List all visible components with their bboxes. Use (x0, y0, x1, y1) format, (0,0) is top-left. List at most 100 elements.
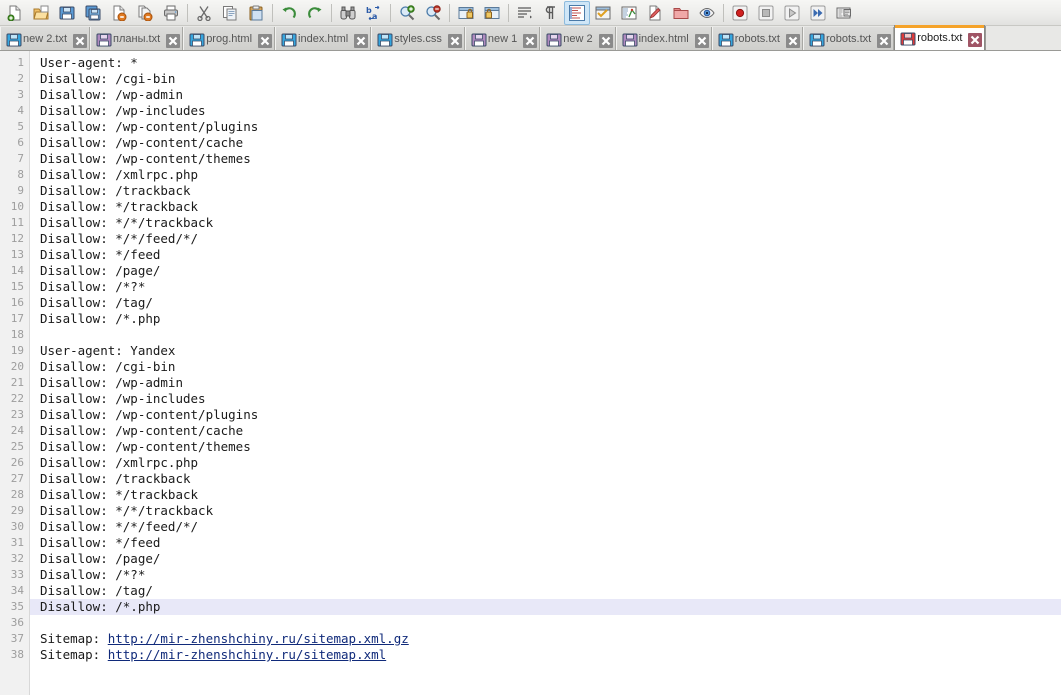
code-line[interactable]: Disallow: /wp-content/plugins (40, 119, 1061, 135)
record-macro-icon[interactable] (727, 1, 753, 25)
document-tab[interactable]: index.html (275, 27, 372, 50)
sitemap-url-link[interactable]: http://mir-zhenshchiny.ru/sitemap.xml (108, 647, 386, 662)
document-tab[interactable]: prog.html (183, 27, 276, 50)
code-line[interactable]: Disallow: */*/feed/*/ (40, 519, 1061, 535)
document-tab[interactable]: robots.txt (894, 25, 986, 50)
redo-icon[interactable] (302, 1, 328, 25)
tab-close-icon[interactable] (72, 33, 88, 48)
zoom-out-icon[interactable] (420, 1, 446, 25)
line-number: 24 (10, 424, 24, 437)
code-line[interactable] (40, 327, 1061, 343)
code-line[interactable]: Disallow: /wp-content/themes (40, 439, 1061, 455)
code-line[interactable]: Disallow: */*/trackback (40, 503, 1061, 519)
zoom-in-icon[interactable] (394, 1, 420, 25)
tab-close-icon[interactable] (522, 33, 538, 48)
code-line[interactable]: User-agent: Yandex (40, 343, 1061, 359)
document-tab[interactable]: styles.css (371, 27, 465, 50)
close-all-icon[interactable] (132, 1, 158, 25)
code-line[interactable]: Disallow: */trackback (40, 487, 1061, 503)
find-binoculars-icon[interactable] (335, 1, 361, 25)
user-defined-dialog-icon[interactable] (590, 1, 616, 25)
document-tab-bar[interactable]: new 2.txt планы.txt prog.html index.html sty… (0, 25, 1061, 51)
code-line[interactable]: Disallow: /trackback (40, 183, 1061, 199)
code-line[interactable]: Disallow: /wp-content/cache (40, 423, 1061, 439)
tab-close-icon[interactable] (353, 33, 369, 48)
show-all-characters-icon[interactable] (538, 1, 564, 25)
code-line[interactable]: Disallow: */feed (40, 535, 1061, 551)
run-dialog-icon[interactable] (831, 1, 857, 25)
sitemap-url-link[interactable]: http://mir-zhenshchiny.ru/sitemap.xml.gz (108, 631, 409, 646)
document-map-icon[interactable] (616, 1, 642, 25)
code-line[interactable]: Disallow: */feed (40, 247, 1061, 263)
code-line[interactable] (40, 615, 1061, 631)
line-number: 22 (10, 392, 24, 405)
code-line[interactable]: Disallow: */trackback (40, 199, 1061, 215)
code-line[interactable]: Disallow: /trackback (40, 471, 1061, 487)
code-line[interactable]: Disallow: /*?* (40, 279, 1061, 295)
tab-close-icon[interactable] (165, 33, 181, 48)
save-all-icon[interactable] (80, 1, 106, 25)
save-icon[interactable] (54, 1, 80, 25)
cut-scissors-icon[interactable] (191, 1, 217, 25)
code-line[interactable]: Disallow: /tag/ (40, 583, 1061, 599)
stop-recording-icon[interactable] (753, 1, 779, 25)
document-tab[interactable]: планы.txt (90, 27, 184, 50)
editor-area[interactable]: 1 2 3 4 5 6 7 8 9 10 11 12 13 14 15 16 17 18 19 20 21 22 23 24 2… (0, 51, 1061, 695)
code-line[interactable]: Disallow: /wp-content/plugins (40, 407, 1061, 423)
code-line[interactable]: Sitemap: http://mir-zhenshchiny.ru/sitem… (40, 647, 1061, 663)
code-line[interactable]: Disallow: /wp-includes (40, 391, 1061, 407)
tab-close-icon[interactable] (876, 33, 892, 48)
sync-vertical-scroll-icon[interactable] (453, 1, 479, 25)
function-list-icon[interactable] (642, 1, 668, 25)
tab-close-icon[interactable] (447, 33, 462, 48)
replace-icon[interactable]: ba (361, 1, 387, 25)
code-line[interactable]: Disallow: /xmlrpc.php (40, 167, 1061, 183)
code-line[interactable]: Sitemap: http://mir-zhenshchiny.ru/sitem… (40, 631, 1061, 647)
code-line[interactable]: Disallow: /*.php (30, 599, 1061, 615)
code-line[interactable]: Disallow: /wp-admin (40, 375, 1061, 391)
copy-icon[interactable] (217, 1, 243, 25)
document-tab[interactable]: new 2.txt (0, 27, 91, 50)
word-wrap-icon[interactable] (512, 1, 538, 25)
code-line[interactable]: Disallow: /cgi-bin (40, 359, 1061, 375)
show-indent-guide-icon[interactable] (564, 0, 590, 25)
run-macro-multiple-icon[interactable] (805, 1, 831, 25)
document-tab[interactable]: index.html (615, 27, 712, 50)
code-text-area[interactable]: User-agent: * Disallow: /cgi-bin Disallow:… (30, 51, 1061, 695)
code-line[interactable]: Disallow: /page/ (40, 551, 1061, 567)
close-file-icon[interactable] (106, 1, 132, 25)
new-file-icon[interactable] (2, 1, 28, 25)
code-line[interactable]: Disallow: /wp-content/cache (40, 135, 1061, 151)
play-macro-icon[interactable] (779, 1, 805, 25)
code-line[interactable]: Disallow: /tag/ (40, 295, 1061, 311)
paste-icon[interactable] (243, 1, 269, 25)
code-line[interactable]: Disallow: /xmlrpc.php (40, 455, 1061, 471)
code-line[interactable]: Disallow: /*?* (40, 567, 1061, 583)
code-line[interactable]: Disallow: /*.php (40, 311, 1061, 327)
code-line[interactable]: Disallow: */*/trackback (40, 215, 1061, 231)
toolbar-separator (508, 3, 509, 22)
folder-workspace-icon[interactable] (668, 1, 694, 25)
code-line[interactable]: Disallow: */*/feed/*/ (40, 231, 1061, 247)
tab-close-icon[interactable] (967, 32, 983, 47)
code-line[interactable]: Disallow: /cgi-bin (40, 71, 1061, 87)
tab-close-icon[interactable] (598, 33, 613, 48)
document-tab[interactable]: new 1 (464, 27, 541, 50)
code-line[interactable]: Disallow: /wp-includes (40, 103, 1061, 119)
code-line[interactable]: User-agent: * (40, 55, 1061, 71)
code-line[interactable]: Disallow: /wp-admin (40, 87, 1061, 103)
document-tab[interactable]: robots.txt (802, 27, 895, 50)
document-tab[interactable]: new 2 (540, 27, 616, 50)
print-icon[interactable] (158, 1, 184, 25)
sync-horizontal-scroll-icon[interactable] (479, 1, 505, 25)
undo-icon[interactable] (276, 1, 302, 25)
code-line[interactable]: Disallow: /wp-content/themes (40, 151, 1061, 167)
tab-close-icon[interactable] (785, 33, 800, 48)
monitoring-eye-icon[interactable] (694, 1, 720, 25)
tab-close-icon[interactable] (694, 33, 709, 48)
code-line[interactable]: Disallow: /page/ (40, 263, 1061, 279)
open-folder-icon[interactable] (28, 1, 54, 25)
document-tab[interactable]: robots.txt (711, 27, 803, 50)
tab-close-icon[interactable] (257, 33, 273, 48)
editor-window: ba new 2.txt планы.txt prog.html index.html… (0, 0, 1061, 695)
